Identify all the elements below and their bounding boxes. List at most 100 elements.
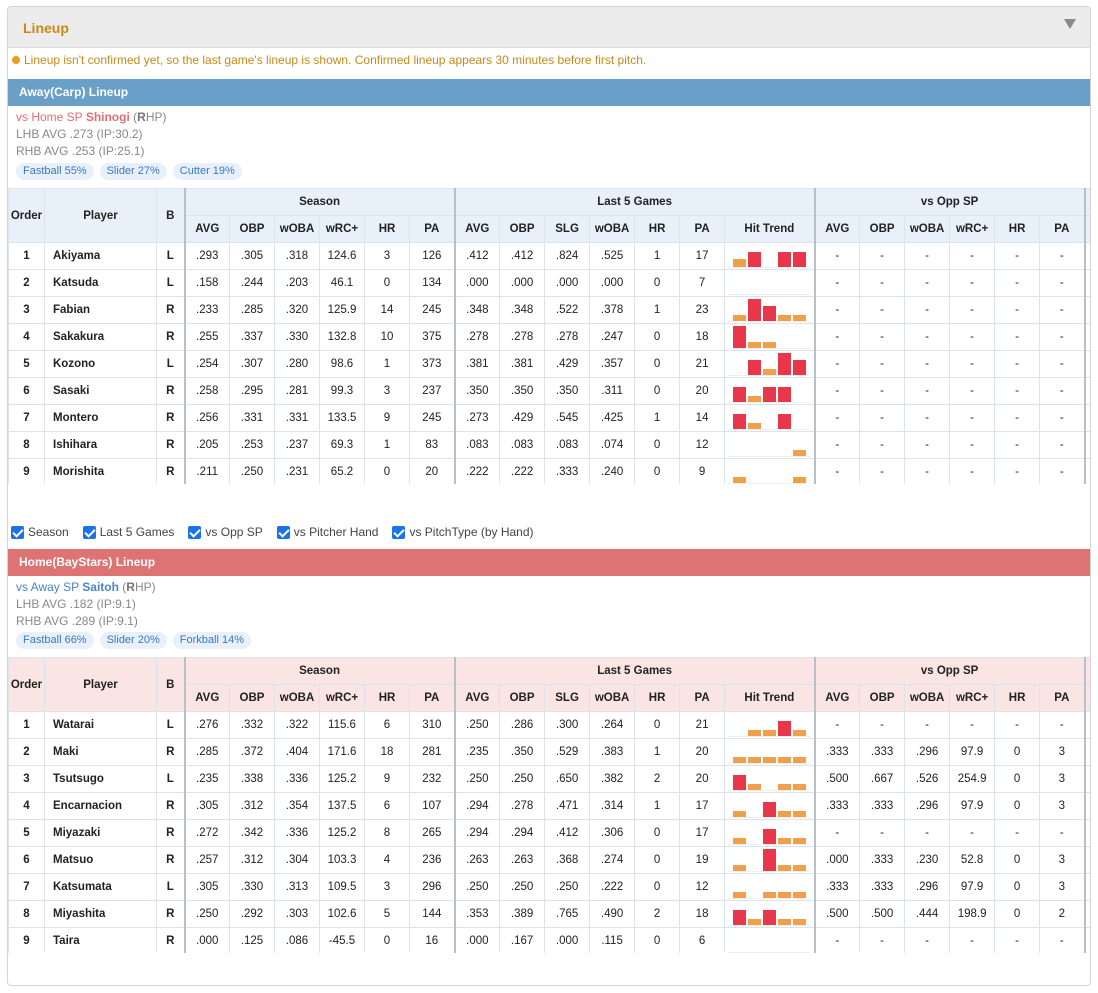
vs-opp-stat: .333 — [859, 738, 906, 766]
player-name[interactable]: Akiyama — [44, 242, 157, 270]
vs-opp-stat: - — [949, 404, 996, 432]
vs-opp-stat: - — [859, 269, 906, 297]
player-name[interactable]: Matsuo — [44, 846, 157, 874]
player-name[interactable]: Miyashita — [44, 900, 157, 928]
player-name[interactable]: Sasaki — [44, 377, 157, 405]
last5-stat: .824 — [544, 242, 591, 270]
order-header: Order — [8, 188, 45, 243]
season-stat: 16 — [408, 927, 456, 953]
player-name[interactable]: Taira — [44, 927, 157, 953]
last5-stat: .000 — [544, 927, 591, 953]
away-lineup-table-wrap[interactable]: Order Player B Season Last 5 Games vs Opp SP A… — [8, 188, 1090, 484]
table-row[interactable]: 3 Fabian R .233.285.320 125.9 14 245.348.348.5… — [8, 296, 1090, 324]
table-row[interactable]: 1 Watarai L .276.332.322 115.6 6 310.250.286.3… — [8, 711, 1090, 739]
last5-stat: 0 — [634, 377, 681, 405]
table-row[interactable]: 3 Tsutsugo L .235.338.336 125.2 9 232.250.250.… — [8, 765, 1090, 793]
bats-hand: L — [156, 350, 186, 378]
last5-stat: .348 — [499, 296, 546, 324]
collapse-toggle-icon[interactable] — [1064, 19, 1076, 29]
checkbox-icon[interactable] — [188, 525, 202, 539]
filter-vs-opp-sp[interactable]: vs Opp SP — [188, 525, 263, 539]
hit-trend-chart — [728, 906, 811, 926]
pitch-pill: Fastball 55% — [16, 163, 94, 180]
table-row[interactable]: 7 Katsumata L .305.330.313 109.5 3 296.250.250… — [8, 873, 1090, 901]
table-row[interactable]: 6 Sasaki R .258.295.281 99.3 3 237.350.350.350… — [8, 377, 1090, 405]
vs-opp-stat: - — [904, 377, 951, 405]
player-name[interactable]: Maki — [44, 738, 157, 766]
player-name[interactable]: Watarai — [44, 711, 157, 739]
table-row[interactable]: 7 Montero R .256.331.331 133.5 9 245.273.429.5… — [8, 404, 1090, 432]
bats-hand: R — [156, 738, 186, 766]
table-row[interactable]: 6 Matsuo R .257.312.304 103.3 4 236.263.263.36… — [8, 846, 1090, 874]
player-name[interactable]: Morishita — [44, 458, 157, 484]
batting-order: 3 — [8, 296, 45, 324]
table-row[interactable]: 4 Sakakura R .255.337.330 132.8 10 375.278.278… — [8, 323, 1090, 351]
last5-stat: .350 — [499, 738, 546, 766]
panel-header[interactable]: Lineup — [8, 7, 1090, 48]
last5-col-header: wOBA — [589, 215, 636, 243]
season-stat: .280 — [274, 350, 320, 378]
season-stat: .086 — [274, 927, 320, 953]
last5-stat: 7 — [679, 269, 726, 297]
player-name[interactable]: Ishihara — [44, 431, 157, 459]
filter-season[interactable]: Season — [11, 525, 69, 539]
checkbox-icon[interactable] — [82, 525, 96, 539]
checkbox-icon[interactable] — [276, 525, 290, 539]
extra-stat: .231 — [1084, 323, 1090, 351]
player-name[interactable]: Montero — [44, 404, 157, 432]
table-row[interactable]: 2 Maki R .285.372.404 171.6 18 281.235.350.529… — [8, 738, 1090, 766]
player-name[interactable]: Sakakura — [44, 323, 157, 351]
table-row[interactable]: 9 Morishita R .211.250.231 65.2 0 20.222.222.3… — [8, 458, 1090, 484]
last5-stat: .389 — [499, 900, 546, 928]
bats-hand: R — [156, 792, 186, 820]
player-name[interactable]: Katsuda — [44, 269, 157, 297]
home-lineup-table-wrap[interactable]: Order Player B Season Last 5 Games vs Opp SP A… — [8, 657, 1090, 953]
player-name[interactable]: Miyazaki — [44, 819, 157, 847]
panel-title: Lineup — [23, 20, 69, 36]
table-row[interactable]: 2 Katsuda L .158.244.203 46.1 0 134.000.000.00… — [8, 269, 1090, 297]
hit-bar — [747, 359, 761, 375]
season-stat: .257 — [184, 846, 230, 874]
vs-opp-stat: .500 — [859, 900, 906, 928]
table-row[interactable]: 9 Taira R .000.125.086 -45.5 0 16.000.167.000.… — [8, 927, 1090, 953]
season-col-header: PA — [408, 684, 456, 712]
table-row[interactable]: 4 Encarnacion R .305.312.354 137.5 6 107.294.2… — [8, 792, 1090, 820]
pitch-pill: Slider 27% — [99, 163, 167, 180]
table-row[interactable]: 1 Akiyama L .293.305.318 124.6 3 126.412.412.8… — [8, 242, 1090, 270]
table-row[interactable]: 8 Ishihara R .205.253.237 69.3 1 83.083.083.08… — [8, 431, 1090, 459]
checkbox-icon[interactable] — [11, 525, 24, 539]
player-name[interactable]: Tsutsugo — [44, 765, 157, 793]
season-stat: 103.3 — [319, 846, 365, 874]
vs-opp-stat: 52.8 — [949, 846, 996, 874]
vs-opp-stat: - — [904, 323, 951, 351]
player-name[interactable]: Kozono — [44, 350, 157, 378]
hit-trend-cell — [724, 323, 816, 351]
player-name[interactable]: Katsumata — [44, 873, 157, 901]
checkbox-icon[interactable] — [392, 525, 406, 539]
player-name[interactable]: Encarnacion — [44, 792, 157, 820]
vs-opp-stat: - — [949, 431, 996, 459]
table-row[interactable]: 8 Miyashita R .250.292.303 102.6 5 144.353.389… — [8, 900, 1090, 928]
filter-vs-pitcher-hand[interactable]: vs Pitcher Hand — [276, 525, 378, 539]
filter-vs-pitchtype[interactable]: vs PitchType (by Hand) — [392, 525, 534, 539]
vs-opp-stat: 97.9 — [949, 873, 996, 901]
sp-name[interactable]: Saitoh — [82, 580, 119, 594]
vs-opp-stat: - — [859, 296, 906, 324]
sp-name[interactable]: Shinogi — [86, 110, 130, 124]
filter-last5[interactable]: Last 5 Games — [82, 525, 174, 539]
hit-trend-cell — [724, 458, 816, 484]
table-row[interactable]: 5 Kozono L .254.307.280 98.6 1 373.381.381.429… — [8, 350, 1090, 378]
vs-opp-stat: .000 — [814, 846, 861, 874]
bats-hand: R — [156, 927, 186, 953]
season-stat: 98.6 — [319, 350, 365, 378]
vs-opp-stat: 3 — [1039, 738, 1086, 766]
season-stat: 107 — [408, 792, 456, 820]
last5-stat: 2 — [634, 900, 681, 928]
table-row[interactable]: 5 Miyazaki R .272.342.336 125.2 8 265.294.294.… — [8, 819, 1090, 847]
season-stat: 10 — [364, 323, 410, 351]
batting-order: 2 — [8, 738, 45, 766]
player-name[interactable]: Fabian — [44, 296, 157, 324]
hit-trend-cell — [724, 846, 816, 874]
season-stat: 3 — [364, 377, 410, 405]
batting-order: 3 — [8, 765, 45, 793]
